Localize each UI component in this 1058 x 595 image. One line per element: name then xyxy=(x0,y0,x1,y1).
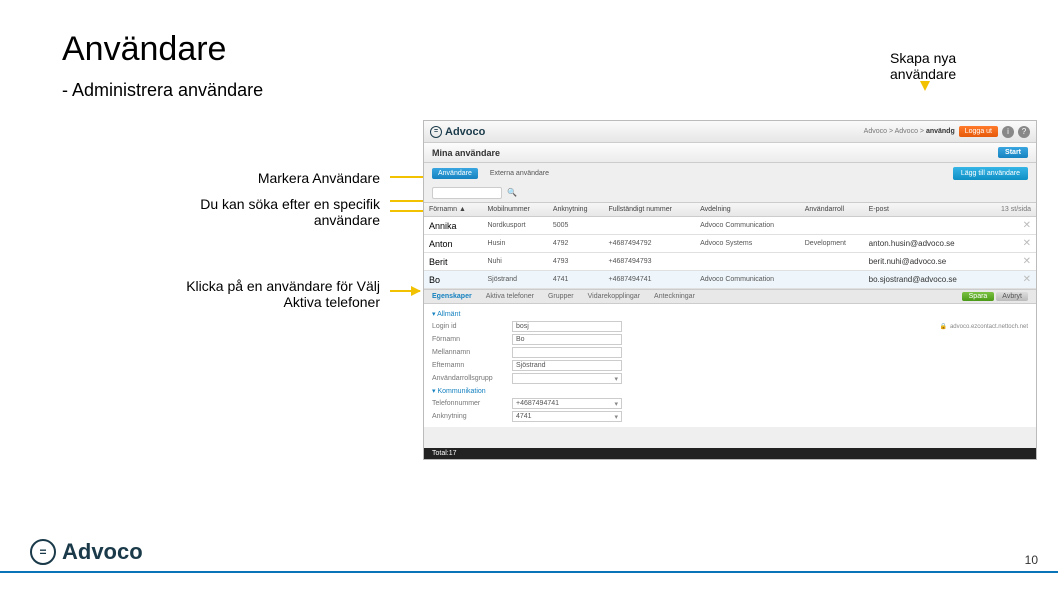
help-icon[interactable]: ? xyxy=(1018,126,1030,138)
logout-button[interactable]: Logga ut xyxy=(959,126,998,137)
callout-row: Klicka på en användare för Välj Aktiva t… xyxy=(150,278,380,310)
callout-mark: Markera Användare xyxy=(180,170,380,186)
slide-subtitle: - Administrera användare xyxy=(62,80,263,101)
col-count: 13 st/sida xyxy=(986,203,1036,217)
table-row[interactable]: AntonHusin4792+4687494792Advoco SystemsD… xyxy=(424,235,1036,253)
table-header-row: Förnamn ▲ Mobilnummer Anknytning Fullstä… xyxy=(424,203,1036,217)
section-communication[interactable]: ▾ Kommunikation xyxy=(432,385,1028,397)
field-rolegroup[interactable] xyxy=(512,373,622,384)
callout-search: Du kan söka efter en specifik användare xyxy=(180,196,380,228)
footer-logo-text: Advoco xyxy=(62,539,143,565)
search-input[interactable] xyxy=(432,187,502,199)
callout-create: Skapa nya användare xyxy=(890,50,1000,82)
arrow-icon xyxy=(390,290,420,292)
col-firstname[interactable]: Förnamn ▲ xyxy=(424,203,482,217)
app-logo: = Advoco xyxy=(430,126,485,138)
table-row[interactable]: AnnikaNordkusport5005Advoco Communicatio… xyxy=(424,217,1036,235)
col-ext[interactable]: Anknytning xyxy=(548,203,604,217)
app-footer: Total:17 xyxy=(424,448,1036,459)
label-firstname: Förnamn xyxy=(432,336,512,343)
col-role[interactable]: Användarroll xyxy=(800,203,864,217)
start-button[interactable]: Start xyxy=(998,147,1028,158)
delete-row-icon[interactable]: ✕ xyxy=(986,271,1036,289)
slide-title: Användare xyxy=(62,30,226,69)
col-dept[interactable]: Avdelning xyxy=(695,203,800,217)
field-lastname[interactable]: Sjöstrand xyxy=(512,360,622,371)
app-header: = Advoco Advoco > Advoco > användg Logga… xyxy=(424,121,1036,143)
label-extension: Anknytning xyxy=(432,413,512,420)
tab-active-phones[interactable]: Aktiva telefoner xyxy=(486,293,534,300)
col-fullnum[interactable]: Fullständigt nummer xyxy=(604,203,696,217)
logo-text: Advoco xyxy=(445,126,485,138)
table-row[interactable]: BeritNuhi4793+4687494793berit.nuhi@advoc… xyxy=(424,253,1036,271)
tab-external-users[interactable]: Externa användare xyxy=(484,168,555,179)
tab-properties[interactable]: Egenskaper xyxy=(432,293,472,300)
filter-bar: Användare Externa användare Lägg till an… xyxy=(424,163,1036,184)
tab-users[interactable]: Användare xyxy=(432,168,478,179)
field-middlename[interactable] xyxy=(512,347,622,358)
tab-notes[interactable]: Anteckningar xyxy=(654,293,695,300)
save-button[interactable]: Spara xyxy=(962,292,995,301)
tab-groups[interactable]: Grupper xyxy=(548,293,574,300)
app-window: = Advoco Advoco > Advoco > användg Logga… xyxy=(423,120,1037,460)
field-login[interactable]: bosj xyxy=(512,321,622,332)
slide-divider xyxy=(0,571,1058,573)
detail-body: ▾ Allmänt Login id bosj 🔒advoco.ezcontac… xyxy=(424,304,1036,427)
search-row: 🔍 xyxy=(424,184,1036,202)
search-icon[interactable]: 🔍 xyxy=(507,188,517,197)
logo-icon: = xyxy=(430,126,442,138)
page-number: 10 xyxy=(1025,553,1038,567)
label-middlename: Mellannamn xyxy=(432,349,512,356)
breadcrumb: Advoco > Advoco > användg xyxy=(864,128,955,135)
label-phone: Telefonnummer xyxy=(432,400,512,407)
delete-row-icon[interactable]: ✕ xyxy=(986,217,1036,235)
section-general[interactable]: ▾ Allmänt xyxy=(432,308,1028,320)
field-phone[interactable]: +4687494741 xyxy=(512,398,622,409)
cancel-button[interactable]: Avbryt xyxy=(996,292,1028,301)
label-rolegroup: Användarrollsgrupp xyxy=(432,375,512,382)
delete-row-icon[interactable]: ✕ xyxy=(986,253,1036,271)
tab-forwarding[interactable]: Vidarekopplingar xyxy=(588,293,640,300)
label-login: Login id xyxy=(432,323,512,330)
help-icon[interactable]: i xyxy=(1002,126,1014,138)
field-extension[interactable]: 4741 xyxy=(512,411,622,422)
delete-row-icon[interactable]: ✕ xyxy=(986,235,1036,253)
label-lastname: Efternamn xyxy=(432,362,512,369)
add-user-button[interactable]: Lägg till användare xyxy=(953,167,1028,180)
logo-icon: = xyxy=(30,539,56,565)
domain-hint: 🔒advoco.ezcontact.nettoch.net xyxy=(939,323,1028,330)
table-row[interactable]: BoSjöstrand4741+4687494741Advoco Communi… xyxy=(424,271,1036,289)
detail-tabs: Egenskaper Aktiva telefoner Grupper Vida… xyxy=(424,289,1036,304)
lock-icon: 🔒 xyxy=(939,324,946,330)
footer-logo: = Advoco xyxy=(30,539,143,565)
page-title-bar: Mina användare Start xyxy=(424,143,1036,163)
col-email[interactable]: E-post xyxy=(864,203,986,217)
users-table: Förnamn ▲ Mobilnummer Anknytning Fullstä… xyxy=(424,202,1036,289)
field-firstname[interactable]: Bo xyxy=(512,334,622,345)
col-mobile[interactable]: Mobilnummer xyxy=(482,203,547,217)
page-title: Mina användare xyxy=(432,148,500,158)
